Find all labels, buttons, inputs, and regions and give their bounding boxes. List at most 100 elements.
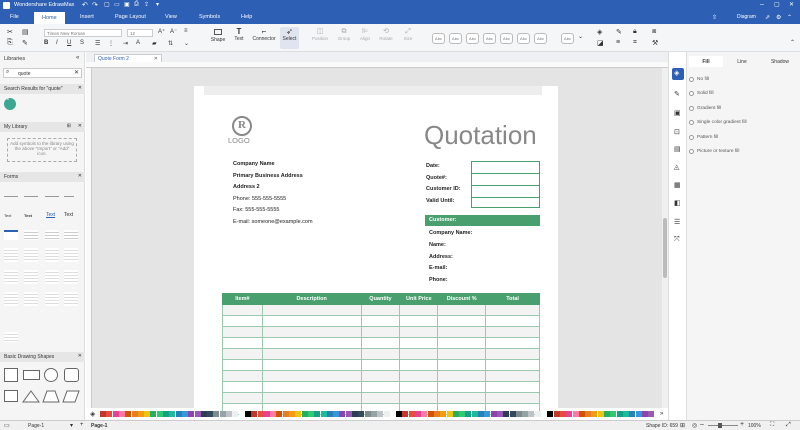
cut-icon[interactable]: ✂ — [7, 28, 13, 36]
color-swatch[interactable] — [112, 411, 119, 417]
form-text-thumb-2[interactable]: Text — [24, 213, 32, 218]
table-cell[interactable] — [261, 392, 362, 404]
style-preset-2[interactable]: Abc — [449, 33, 462, 44]
size-button[interactable]: ⤢ Size — [400, 27, 416, 49]
page-dropdown-icon[interactable]: ▾ — [70, 422, 73, 429]
table-cell[interactable] — [485, 337, 540, 349]
color-swatch[interactable] — [503, 411, 510, 417]
grow-font-icon[interactable]: A⁺ — [158, 28, 165, 35]
style-preset-3[interactable]: Abc — [466, 33, 479, 44]
color-swatch[interactable] — [547, 411, 554, 417]
shadow-icon[interactable]: ◪ — [597, 39, 604, 47]
color-swatch[interactable] — [188, 411, 195, 417]
color-swatch[interactable] — [150, 411, 157, 417]
numbering-icon[interactable]: ⋮ — [108, 40, 114, 47]
color-swatch[interactable] — [370, 411, 377, 417]
table-cell[interactable] — [222, 370, 263, 382]
form-table-thumb-11[interactable] — [45, 270, 59, 284]
rounded-rectangle-shape[interactable] — [64, 368, 79, 382]
rotate-button[interactable]: ⟲ Rotate — [376, 27, 396, 49]
color-swatch[interactable] — [232, 411, 239, 417]
color-swatch[interactable] — [207, 411, 214, 417]
basic-shapes-header[interactable]: Basic Drawing Shapes ✕ — [0, 352, 85, 362]
table-cell[interactable] — [261, 326, 362, 338]
form-text-thumb-3[interactable]: Text — [46, 212, 55, 218]
zoom-out-icon[interactable]: – — [700, 421, 704, 428]
table-cell[interactable] — [360, 348, 401, 360]
color-swatch[interactable] — [263, 411, 270, 417]
fill-option-radio[interactable] — [689, 149, 694, 155]
text-direction-icon[interactable]: ⇅ — [168, 40, 173, 47]
align-button[interactable]: ⊫ Align — [356, 27, 374, 49]
quote-speech-bubble-shape[interactable]: " — [4, 98, 16, 110]
color-swatch[interactable] — [452, 411, 459, 417]
style-preset-7[interactable]: Abc — [534, 33, 547, 44]
style-preset-8[interactable]: Abc — [561, 33, 574, 44]
table-row[interactable] — [222, 392, 540, 404]
fill-option-radio[interactable] — [689, 120, 694, 126]
table-cell[interactable] — [261, 315, 362, 327]
triangle-shape[interactable] — [22, 390, 40, 403]
format-painter-icon[interactable]: ✎ — [22, 39, 28, 47]
color-swatch[interactable] — [289, 411, 295, 417]
fill-bucket-icon[interactable]: ◈ — [90, 410, 95, 418]
color-swatch[interactable] — [163, 411, 169, 417]
table-cell[interactable] — [399, 337, 439, 349]
color-swatch[interactable] — [270, 411, 277, 417]
color-swatch[interactable] — [484, 411, 491, 417]
form-table-thumb-17[interactable] — [4, 332, 18, 342]
menu-page-layout[interactable]: Page Layout — [115, 14, 146, 20]
color-swatch[interactable] — [352, 411, 358, 417]
color-swatch[interactable] — [471, 411, 478, 417]
table-cell[interactable] — [222, 348, 263, 360]
color-swatch[interactable] — [459, 411, 466, 417]
style-preset-6[interactable]: Abc — [517, 33, 530, 44]
form-table-thumb-9[interactable] — [4, 270, 18, 284]
table-cell[interactable] — [399, 370, 439, 382]
zoom-slider-thumb[interactable] — [718, 423, 722, 428]
table-cell[interactable] — [485, 348, 540, 360]
color-swatch[interactable] — [118, 411, 125, 417]
align-text-icon[interactable]: ≡ — [184, 28, 188, 34]
form-field-thumb-3[interactable] — [45, 192, 59, 197]
form-field-thumb-1[interactable] — [4, 192, 18, 197]
maximize-icon[interactable]: ▢ — [774, 1, 780, 8]
table-cell[interactable] — [399, 304, 439, 316]
color-swatch[interactable] — [402, 411, 409, 417]
font-family-select[interactable]: Times New Roman — [44, 29, 122, 37]
table-row[interactable] — [222, 304, 540, 316]
position-button[interactable]: ◫ Position — [308, 27, 332, 49]
table-cell[interactable] — [437, 381, 487, 393]
document-icon[interactable]: ▤ — [674, 145, 681, 153]
style-preset-1[interactable]: Abc — [432, 33, 445, 44]
page-selector[interactable]: Page-1 — [28, 423, 44, 429]
undo-icon[interactable]: ↶ — [82, 1, 88, 9]
connector-tool-button[interactable]: ⌐ Connector — [250, 27, 278, 49]
close-icon[interactable]: ✕ — [789, 1, 794, 8]
minimize-icon[interactable]: – — [760, 1, 764, 8]
table-cell[interactable] — [360, 381, 401, 393]
table-cell[interactable] — [360, 370, 401, 382]
fill-option-radio[interactable] — [689, 76, 694, 82]
style-preset-4[interactable]: Abc — [483, 33, 496, 44]
color-swatch[interactable] — [415, 411, 421, 417]
table-cell[interactable] — [485, 359, 540, 371]
add-page-icon[interactable]: + — [80, 422, 84, 428]
highlight-icon[interactable]: ▰ — [152, 40, 157, 47]
fit-width-icon[interactable]: ⛶ — [770, 422, 774, 429]
expand-icon[interactable]: ⌃ — [787, 14, 792, 21]
table-cell[interactable] — [399, 348, 439, 360]
fill-tab[interactable]: Fill — [689, 56, 723, 67]
table-cell[interactable] — [222, 359, 263, 371]
menu-view[interactable]: View — [165, 14, 177, 20]
table-cell[interactable] — [399, 315, 439, 327]
table-cell[interactable] — [222, 326, 263, 338]
crop-icon[interactable]: ⌗ — [633, 39, 637, 47]
color-swatch[interactable] — [610, 411, 617, 417]
redo-icon[interactable]: ↷ — [92, 1, 98, 9]
table-cell[interactable] — [437, 392, 487, 404]
text-options-icon[interactable]: ⌄ — [184, 40, 189, 47]
form-field-thumb-2[interactable] — [24, 192, 38, 197]
form-table-thumb-5[interactable] — [4, 248, 18, 262]
table-cell[interactable] — [485, 315, 540, 327]
